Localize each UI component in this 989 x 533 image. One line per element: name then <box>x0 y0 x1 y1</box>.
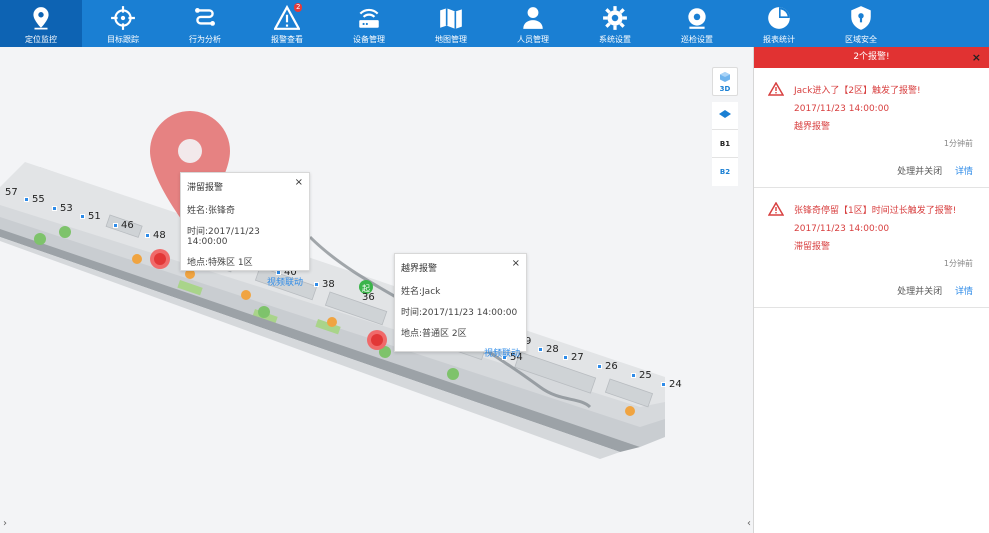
floor-selector: B1 B2 <box>712 102 738 186</box>
layers-icon <box>719 110 731 118</box>
position-marker[interactable]: 55 <box>24 194 45 205</box>
alarm-popup-stay: 滞留报警 × 姓名:张锋奇 时间:2017/11/23 14:00:00 地点:… <box>180 172 310 288</box>
position-marker[interactable]: 46 <box>113 220 134 231</box>
nav-item-behavior-analysis[interactable]: 行为分析 <box>164 0 246 47</box>
alarm-type: 越界报警 <box>794 122 831 132</box>
alarm-popup-cross: 越界报警 × 姓名:Jack 时间:2017/11/23 14:00:00 地点… <box>394 253 527 359</box>
alarm-item: Jack进入了【2区】触发了报警! 2017/11/23 14:00:00 越界… <box>754 68 989 188</box>
alarm-actions: 处理并关闭 详情 <box>897 164 973 177</box>
map-icon <box>440 8 462 29</box>
alarm-count-badge: 2 <box>294 3 303 12</box>
nav-item-alarm-view[interactable]: 2 报警查看 <box>246 0 328 47</box>
nav-label: 人员管理 <box>517 35 549 44</box>
alarm-actions: 处理并关闭 详情 <box>897 284 973 297</box>
view-3d-button[interactable]: 3D <box>712 67 738 96</box>
nav-item-location-monitor[interactable]: 定位监控 <box>0 0 82 47</box>
nav-item-area-security[interactable]: 区域安全 <box>820 0 902 47</box>
nav-label: 定位监控 <box>25 35 57 44</box>
nav-item-patrol-settings[interactable]: 巡检设置 <box>656 0 738 47</box>
scroll-left-arrow[interactable]: › <box>3 518 7 529</box>
alarm-message: Jack进入了【2区】触发了报警! <box>794 86 921 96</box>
alarm-time: 2017/11/23 14:00:00 <box>794 224 890 234</box>
warning-icon <box>768 202 784 216</box>
handle-close-button[interactable]: 处理并关闭 <box>897 287 942 297</box>
cube-icon <box>720 72 730 82</box>
user-icon <box>523 7 543 29</box>
alarm-panel-header: 2个报警! × <box>754 47 989 68</box>
position-marker[interactable]: 26 <box>597 361 618 372</box>
floor-b2-button[interactable]: B2 <box>712 158 738 186</box>
route-icon <box>195 8 215 26</box>
nav-label: 系统设置 <box>599 35 631 44</box>
top-nav-bar: 定位监控 目标跟踪 行为分析 2 报警查看 设备管理 地图管理 人员管理 系统设… <box>0 0 989 47</box>
alarm-item: 张锋奇停留【1区】时间过长触发了报警! 2017/11/23 14:00:00 … <box>754 188 989 308</box>
nav-label: 报表统计 <box>763 35 795 44</box>
shield-icon <box>851 6 871 30</box>
nav-item-report-statistics[interactable]: 报表统计 <box>738 0 820 47</box>
popup-location: 地点:普通区 2区 <box>401 329 467 339</box>
floor-b1-button[interactable]: B1 <box>712 130 738 158</box>
alarm-ago: 1分钟前 <box>943 259 973 268</box>
map-view[interactable]: 起 57 55 53 51 46 48 40 38 36 9 28 27 26 … <box>0 47 753 533</box>
nav-label: 行为分析 <box>189 35 221 44</box>
position-marker[interactable]: 51 <box>80 211 101 222</box>
position-marker[interactable]: 27 <box>563 352 584 363</box>
position-marker[interactable]: 48 <box>145 230 166 241</box>
nav-label: 区域安全 <box>845 35 877 44</box>
alarm-panel: 2个报警! × Jack进入了【2区】触发了报警! 2017/11/23 14:… <box>753 47 989 533</box>
video-link[interactable]: 视频联动 <box>395 343 526 365</box>
warning-icon <box>768 82 784 96</box>
router-icon <box>359 8 379 28</box>
nav-item-map-management[interactable]: 地图管理 <box>410 0 492 47</box>
layers-button[interactable] <box>712 102 738 130</box>
position-marker[interactable]: 57 <box>5 187 18 198</box>
close-icon[interactable]: × <box>972 47 981 68</box>
close-icon[interactable]: × <box>295 177 303 188</box>
scroll-right-arrow[interactable]: ‹ <box>747 518 751 529</box>
map-tool-panel: 3D B1 B2 <box>712 67 738 186</box>
popup-title: 越界报警 <box>401 264 438 274</box>
nav-label: 报警查看 <box>271 35 303 44</box>
nav-label: 地图管理 <box>435 35 467 44</box>
alarm-time: 2017/11/23 14:00:00 <box>794 104 890 114</box>
alarm-message: 张锋奇停留【1区】时间过长触发了报警! <box>794 206 957 216</box>
crosshair-icon <box>111 6 135 30</box>
floor-plan-3d[interactable]: 起 <box>0 47 753 533</box>
handle-close-button[interactable]: 处理并关闭 <box>897 167 942 177</box>
alarm-ago: 1分钟前 <box>943 139 973 148</box>
detail-link[interactable]: 详情 <box>955 167 973 177</box>
patrol-icon <box>688 8 706 29</box>
position-marker[interactable]: 25 <box>631 370 652 381</box>
nav-item-target-tracking[interactable]: 目标跟踪 <box>82 0 164 47</box>
pie-chart-icon <box>768 7 790 29</box>
gear-icon <box>603 6 627 30</box>
popup-time: 时间:2017/11/23 14:00:00 <box>401 308 518 318</box>
popup-time: 时间:2017/11/23 14:00:00 <box>187 227 260 247</box>
popup-title: 滞留报警 <box>187 183 224 193</box>
position-marker[interactable]: 38 <box>314 279 335 290</box>
video-link[interactable]: 视频联动 <box>181 272 309 294</box>
location-pin-icon <box>33 7 49 30</box>
position-marker[interactable]: 53 <box>52 203 73 214</box>
alarm-panel-title: 2个报警! <box>853 52 890 62</box>
position-marker[interactable]: 24 <box>661 379 682 390</box>
position-marker[interactable]: 28 <box>538 344 559 355</box>
nav-label: 目标跟踪 <box>107 35 139 44</box>
popup-name: 姓名:Jack <box>401 287 441 297</box>
app-root: 定位监控 目标跟踪 行为分析 2 报警查看 设备管理 地图管理 人员管理 系统设… <box>0 0 989 533</box>
popup-location: 地点:特殊区 1区 <box>187 258 253 268</box>
nav-item-personnel-management[interactable]: 人员管理 <box>492 0 574 47</box>
nav-label: 设备管理 <box>353 35 385 44</box>
nav-item-device-management[interactable]: 设备管理 <box>328 0 410 47</box>
close-icon[interactable]: × <box>512 258 520 269</box>
alarm-type: 滞留报警 <box>794 242 831 252</box>
popup-name: 姓名:张锋奇 <box>187 206 236 216</box>
nav-label: 巡检设置 <box>681 35 713 44</box>
position-marker[interactable]: 36 <box>362 292 375 303</box>
nav-item-system-settings[interactable]: 系统设置 <box>574 0 656 47</box>
detail-link[interactable]: 详情 <box>955 287 973 297</box>
